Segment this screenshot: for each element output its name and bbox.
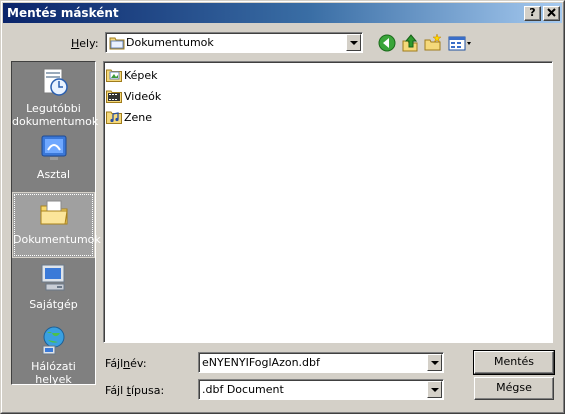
place-label: Legutóbbi (26, 102, 81, 115)
place-label: Asztal (36, 168, 71, 181)
place-recent-documents[interactable]: Legutóbbi dokumentumok (12, 66, 99, 130)
help-button[interactable]: ? (524, 6, 541, 21)
location-dropdown-button[interactable] (346, 34, 361, 51)
close-button[interactable] (543, 6, 560, 21)
my-documents-icon (40, 200, 68, 225)
filename-input[interactable]: eNYENYIFoglAzon.dbf (198, 352, 444, 373)
title-bar[interactable]: Mentés másként ? (3, 3, 562, 23)
place-my-documents[interactable]: Dokumentumok (12, 192, 101, 258)
videos-folder-icon (106, 90, 122, 103)
place-label: Sajátgép (29, 298, 78, 311)
pictures-folder-icon (106, 69, 122, 82)
place-label: dokumentumok (12, 115, 99, 128)
up-folder-button[interactable] (400, 33, 422, 53)
recent-documents-icon (43, 68, 68, 96)
location-label: Hely: (71, 37, 99, 50)
view-menu-icon (448, 36, 471, 51)
place-network[interactable]: Hálózati helyek (12, 324, 95, 386)
save-button[interactable]: Mentés (473, 350, 555, 375)
new-folder-button[interactable] (423, 33, 445, 53)
filename-dropdown-button[interactable] (427, 354, 442, 371)
place-label: Dokumentumok (13, 233, 101, 246)
back-icon (378, 34, 396, 52)
close-icon (547, 8, 556, 17)
file-name: Zene (124, 111, 153, 124)
folder-icon (109, 37, 125, 50)
save-as-dialog: Mentés másként ? Hely: Dokumentumok Legu… (0, 0, 565, 414)
new-folder-icon (424, 33, 442, 51)
filetype-label: Fájl típusa: (105, 384, 165, 397)
location-combo[interactable]: Dokumentumok (105, 32, 363, 53)
place-label: Hálózati helyek (31, 360, 76, 386)
places-bar: Legutóbbi dokumentumok Asztal Dokumentum… (11, 61, 101, 386)
location-value: Dokumentumok (126, 36, 214, 49)
filename-value[interactable]: eNYENYIFoglAzon.dbf (202, 356, 320, 369)
dialog-title: Mentés másként (7, 6, 119, 20)
cancel-button[interactable]: Mégse (474, 377, 554, 400)
filename-label: Fájlnév: (105, 357, 147, 370)
up-folder-icon (402, 34, 418, 52)
file-name: Képek (124, 69, 158, 82)
file-name: Videók (124, 90, 162, 103)
network-places-icon (42, 326, 64, 355)
music-folder-icon (106, 111, 122, 124)
back-button[interactable] (377, 33, 399, 53)
filetype-select[interactable]: .dbf Document (198, 379, 444, 400)
desktop-icon (41, 135, 66, 160)
view-menu-button[interactable] (447, 33, 473, 53)
filetype-value: .dbf Document (202, 383, 284, 396)
my-computer-icon (41, 264, 64, 291)
place-desktop[interactable]: Asztal (12, 132, 95, 188)
filetype-dropdown-button[interactable] (427, 381, 442, 398)
file-list[interactable]: Képek Videók Zene (103, 61, 553, 343)
place-my-computer[interactable]: Sajátgép (12, 262, 95, 318)
